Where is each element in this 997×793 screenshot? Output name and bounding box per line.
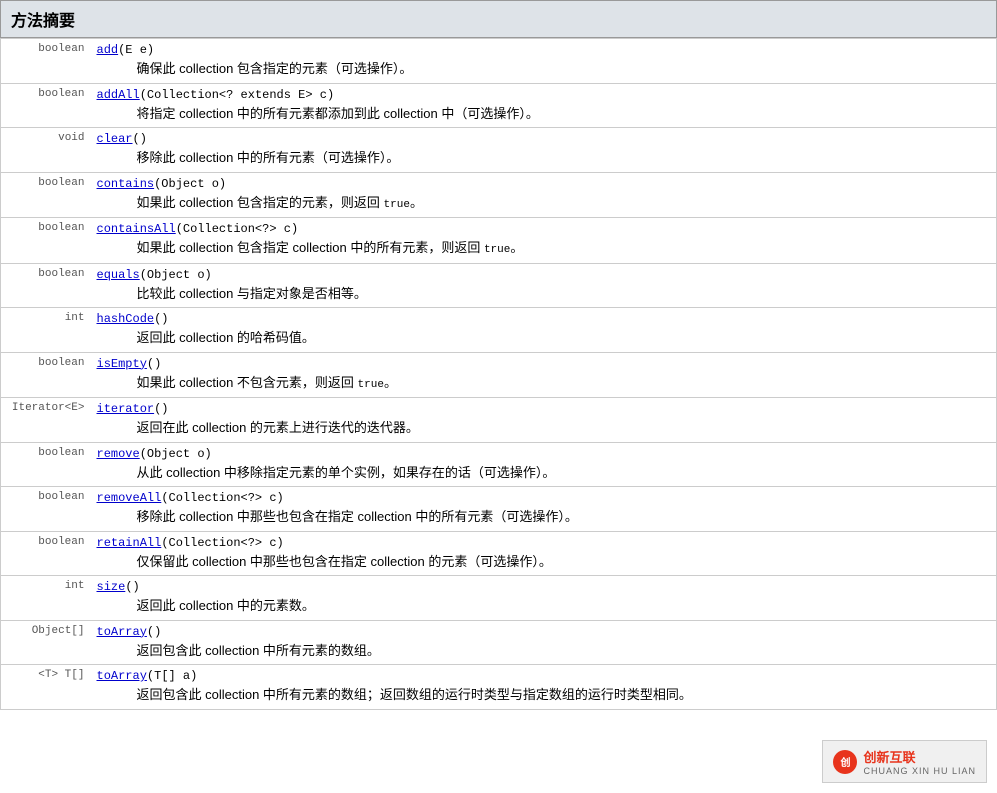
table-row: inthashCode()返回此 collection 的哈希码值。 [1,308,997,353]
method-link[interactable]: toArray [97,625,147,639]
table-row: booleanretainAll(Collection<?> c)仅保留此 co… [1,531,997,576]
method-cell: contains(Object o)如果此 collection 包含指定的元素… [91,172,997,218]
method-description: 返回此 collection 的哈希码值。 [97,328,991,348]
return-type-cell: boolean [1,83,91,128]
method-link[interactable]: removeAll [97,491,162,505]
return-type-cell: boolean [1,531,91,576]
table-row: <T> T[]toArray(T[] a)返回包含此 collection 中所… [1,665,997,710]
method-link[interactable]: retainAll [97,536,162,550]
method-cell: toArray()返回包含此 collection 中所有元素的数组。 [91,620,997,665]
return-type-cell: Object[] [1,620,91,665]
method-link[interactable]: toArray [97,669,147,683]
method-description: 仅保留此 collection 中那些也包含在指定 collection 的元素… [97,552,991,572]
method-summary-table: booleanadd(E e)确保此 collection 包含指定的元素（可选… [0,38,997,710]
return-type-cell: int [1,308,91,353]
method-cell: iterator()返回在此 collection 的元素上进行迭代的迭代器。 [91,398,997,443]
method-description: 将指定 collection 中的所有元素都添加到此 collection 中（… [97,104,991,124]
method-cell: retainAll(Collection<?> c)仅保留此 collectio… [91,531,997,576]
return-type-cell: boolean [1,39,91,84]
method-cell: isEmpty()如果此 collection 不包含元素，则返回 true。 [91,352,997,398]
table-row: booleanadd(E e)确保此 collection 包含指定的元素（可选… [1,39,997,84]
method-description: 返回此 collection 中的元素数。 [97,596,991,616]
logo-icon: 创 [833,750,857,774]
method-link[interactable]: iterator [97,402,155,416]
method-link[interactable]: addAll [97,88,140,102]
method-description: 从此 collection 中移除指定元素的单个实例，如果存在的话（可选操作）。 [97,463,991,483]
method-cell: hashCode()返回此 collection 的哈希码值。 [91,308,997,353]
method-cell: clear()移除此 collection 中的所有元素（可选操作）。 [91,128,997,173]
table-row: voidclear()移除此 collection 中的所有元素（可选操作）。 [1,128,997,173]
table-row: booleancontainsAll(Collection<?> c)如果此 c… [1,218,997,264]
method-link[interactable]: remove [97,447,140,461]
method-description: 比较此 collection 与指定对象是否相等。 [97,284,991,304]
method-link[interactable]: hashCode [97,312,155,326]
table-row: intsize()返回此 collection 中的元素数。 [1,576,997,621]
table-row: booleanaddAll(Collection<? extends E> c)… [1,83,997,128]
return-type-cell: int [1,576,91,621]
method-cell: equals(Object o)比较此 collection 与指定对象是否相等… [91,263,997,308]
method-cell: toArray(T[] a)返回包含此 collection 中所有元素的数组；… [91,665,997,710]
method-description: 返回包含此 collection 中所有元素的数组；返回数组的运行时类型与指定数… [97,685,991,705]
method-description: 返回包含此 collection 中所有元素的数组。 [97,641,991,661]
return-type-cell: boolean [1,487,91,532]
logo-area: 创 创新互联 CHUANG XIN HU LIAN [822,740,987,783]
method-link[interactable]: contains [97,177,155,191]
return-type-cell: void [1,128,91,173]
method-description: 返回在此 collection 的元素上进行迭代的迭代器。 [97,418,991,438]
return-type-cell: boolean [1,442,91,487]
method-description: 确保此 collection 包含指定的元素（可选操作）。 [97,59,991,79]
table-row: Object[]toArray()返回包含此 collection 中所有元素的… [1,620,997,665]
return-type-cell: <T> T[] [1,665,91,710]
return-type-cell: boolean [1,263,91,308]
method-link[interactable]: isEmpty [97,357,147,371]
method-description: 如果此 collection 包含指定的元素，则返回 true。 [97,193,991,214]
method-cell: removeAll(Collection<?> c)移除此 collection… [91,487,997,532]
table-row: booleanequals(Object o)比较此 collection 与指… [1,263,997,308]
method-description: 如果此 collection 不包含元素，则返回 true。 [97,373,991,394]
method-cell: remove(Object o)从此 collection 中移除指定元素的单个… [91,442,997,487]
return-type-cell: boolean [1,352,91,398]
table-row: booleanisEmpty()如果此 collection 不包含元素，则返回… [1,352,997,398]
method-link[interactable]: add [97,43,119,57]
table-row: booleanremove(Object o)从此 collection 中移除… [1,442,997,487]
return-type-cell: Iterator<E> [1,398,91,443]
method-cell: addAll(Collection<? extends E> c)将指定 col… [91,83,997,128]
method-description: 移除此 collection 中那些也包含在指定 collection 中的所有… [97,507,991,527]
method-cell: add(E e)确保此 collection 包含指定的元素（可选操作）。 [91,39,997,84]
page-title: 方法摘要 [11,13,75,30]
table-row: Iterator<E>iterator()返回在此 collection 的元素… [1,398,997,443]
table-row: booleanremoveAll(Collection<?> c)移除此 col… [1,487,997,532]
method-cell: size()返回此 collection 中的元素数。 [91,576,997,621]
method-link[interactable]: equals [97,268,140,282]
method-link[interactable]: size [97,580,126,594]
logo-text: 创新互联 CHUANG XIN HU LIAN [863,747,976,776]
method-link[interactable]: clear [97,132,133,146]
page-header: 方法摘要 [0,0,997,38]
return-type-cell: boolean [1,218,91,264]
return-type-cell: boolean [1,172,91,218]
method-cell: containsAll(Collection<?> c)如果此 collecti… [91,218,997,264]
method-description: 移除此 collection 中的所有元素（可选操作）。 [97,148,991,168]
method-link[interactable]: containsAll [97,222,176,236]
method-description: 如果此 collection 包含指定 collection 中的所有元素，则返… [97,238,991,259]
table-row: booleancontains(Object o)如果此 collection … [1,172,997,218]
